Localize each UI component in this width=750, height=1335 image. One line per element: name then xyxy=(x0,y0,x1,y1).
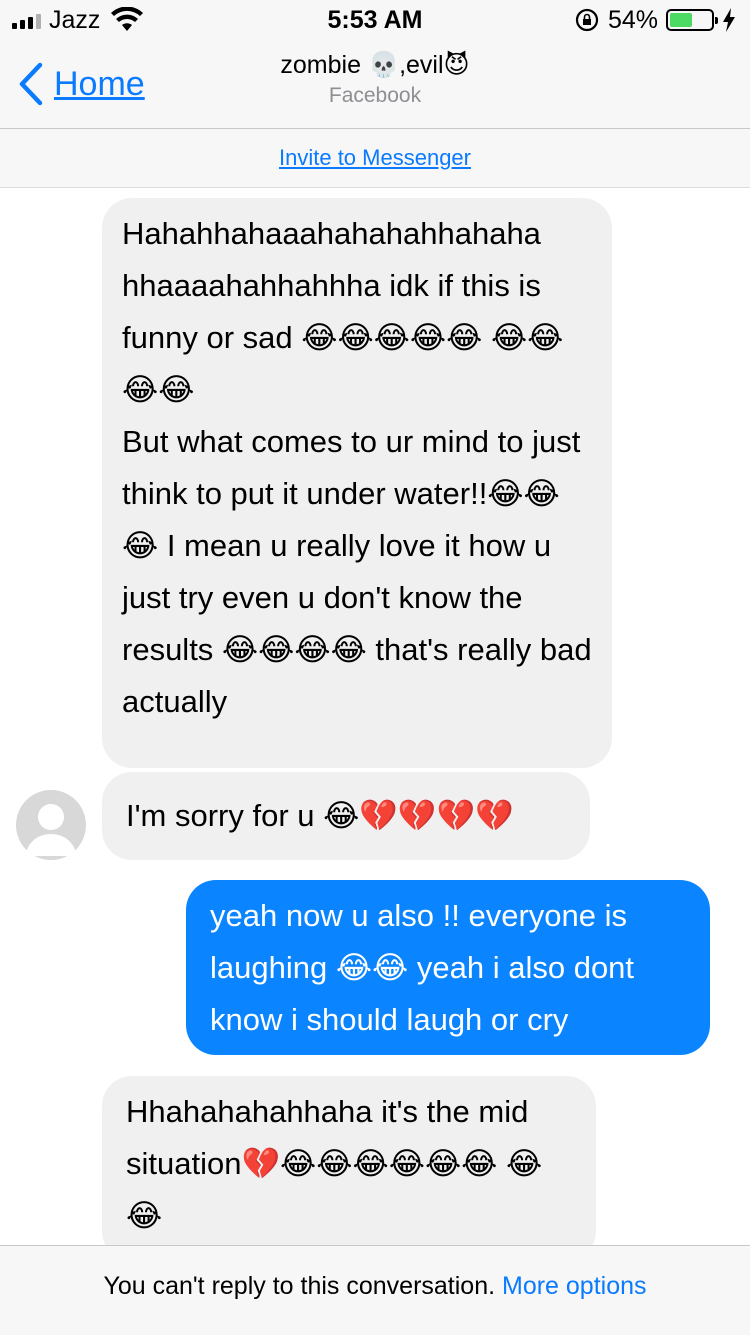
battery-percent: 54% xyxy=(607,5,658,34)
status-bar: Jazz 5:53 AM 54% xyxy=(0,0,750,40)
more-options-link[interactable]: More options xyxy=(502,1272,647,1300)
battery-fill xyxy=(670,13,692,27)
message-bubble-received[interactable]: Hahahhahaaahahahahhahaha hhaaaahahhahhha… xyxy=(102,198,612,768)
nav-bar: Home zombie 💀,evil😈 Facebook xyxy=(0,40,750,129)
message-bubble-received[interactable]: I'm sorry for u 😂💔💔💔💔 xyxy=(102,772,590,860)
avatar[interactable] xyxy=(16,790,86,860)
cannot-reply-notice: You can't reply to this conversation. xyxy=(103,1272,496,1300)
message-list[interactable]: Hahahhahaaahahahahhahaha hhaaaahahhahhha… xyxy=(0,188,750,1245)
conversation-subtitle: Facebook xyxy=(328,84,422,107)
rotation-lock-icon xyxy=(575,8,599,32)
message-bubble-received[interactable]: Hhahahahahhaha it's the mid situation💔😂😂… xyxy=(102,1076,596,1245)
charging-icon xyxy=(723,8,735,32)
status-bar-right: 54% xyxy=(574,6,736,34)
battery-icon xyxy=(666,9,718,31)
invite-bar: Invite to Messenger xyxy=(0,129,750,188)
conversation-title[interactable]: zombie 💀,evil😈 xyxy=(0,50,750,80)
default-avatar-icon xyxy=(26,804,76,856)
composer-disabled-bar: You can't reply to this conversation. Mo… xyxy=(0,1245,750,1335)
message-bubble-sent[interactable]: yeah now u also !! everyone is laughing … xyxy=(186,880,710,1055)
invite-to-messenger-link[interactable]: Invite to Messenger xyxy=(279,145,471,171)
